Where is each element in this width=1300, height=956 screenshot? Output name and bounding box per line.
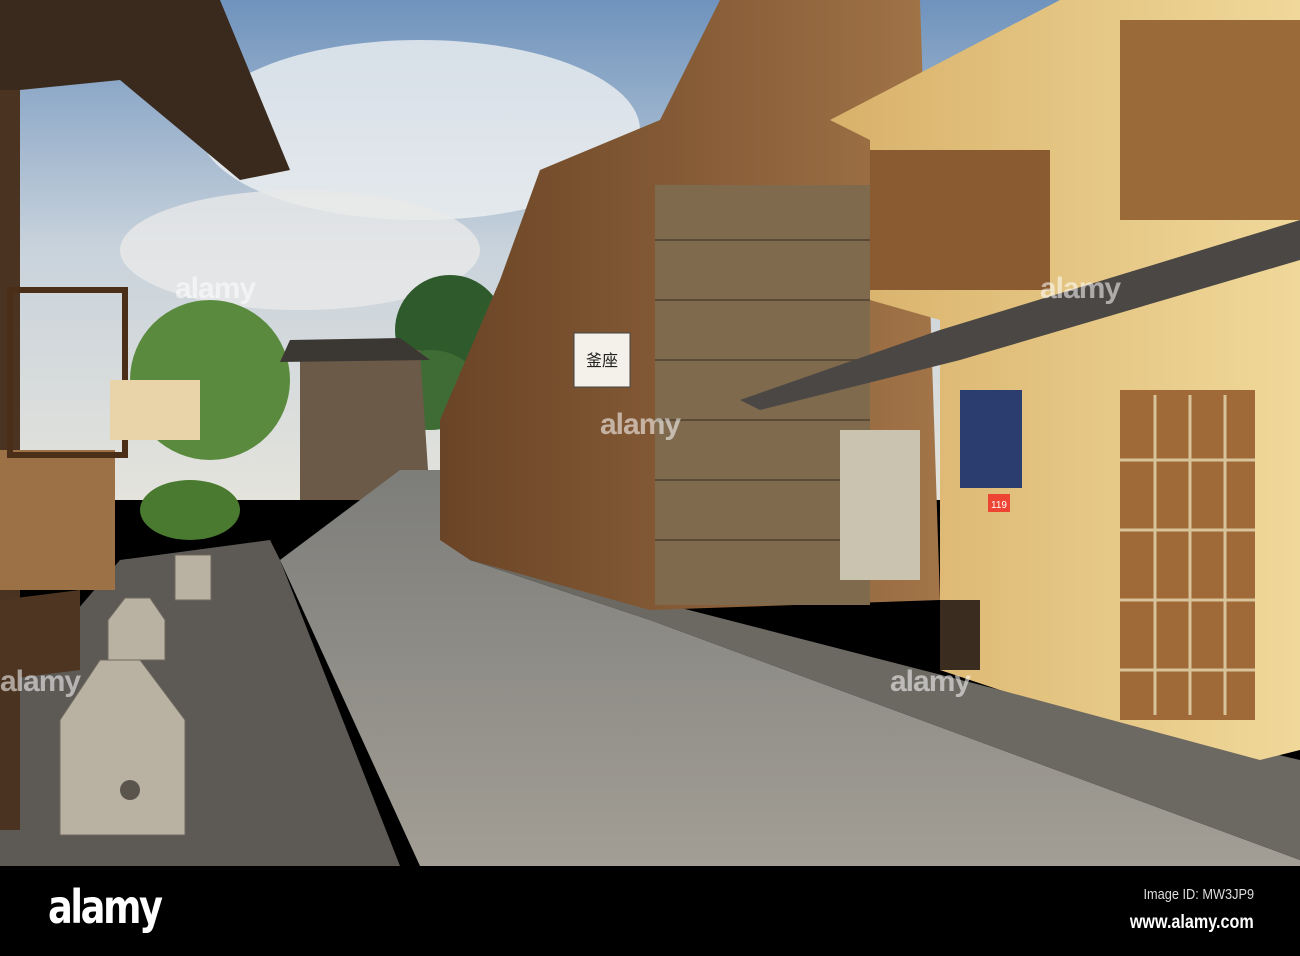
image-id: Image ID: MW3JP9 [1143, 886, 1254, 903]
watermark: alamy [1040, 272, 1121, 305]
footer-bar: alamy Image ID: MW3JP9 www.alamy.com [0, 866, 1300, 956]
watermark: alamy [890, 665, 971, 698]
watermark: alamy [175, 272, 256, 305]
site-url[interactable]: www.alamy.com [1130, 912, 1254, 934]
stock-photo-page: 釜座 119 alamy alamy alamy alamy alamy ala… [0, 0, 1300, 956]
alamy-logo: alamy [48, 880, 163, 934]
watermark: alamy [0, 665, 81, 698]
watermark: alamy [600, 408, 681, 441]
emergency-sign-text: 119 [991, 500, 1007, 511]
shop-sign-text: 釜座 [586, 351, 618, 370]
